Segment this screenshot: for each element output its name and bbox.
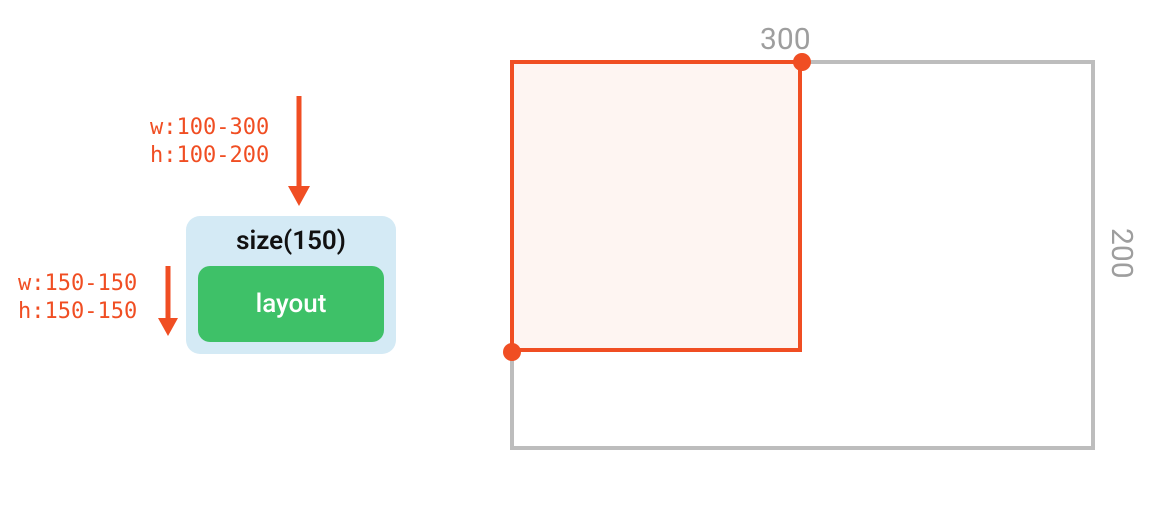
height-dimension-label: 200 [1104, 228, 1139, 279]
size-modifier-node: size(150) layout [186, 216, 396, 354]
passed-constraints-label: w:150-150 h:150-150 [18, 270, 137, 325]
incoming-constraints-label: w:100-300 h:100-200 [150, 114, 269, 169]
arrow-down-icon [286, 96, 312, 206]
result-size-box [510, 60, 802, 352]
diagram-canvas: w:100-300 h:100-200 w:150-150 h:150-150 … [0, 0, 1154, 516]
handle-dot-icon [503, 343, 521, 361]
size-node-title: size(150) [236, 226, 346, 256]
arrow-down-icon [156, 266, 180, 336]
width-dimension-label: 300 [760, 22, 811, 57]
layout-child-chip: layout [198, 266, 384, 342]
